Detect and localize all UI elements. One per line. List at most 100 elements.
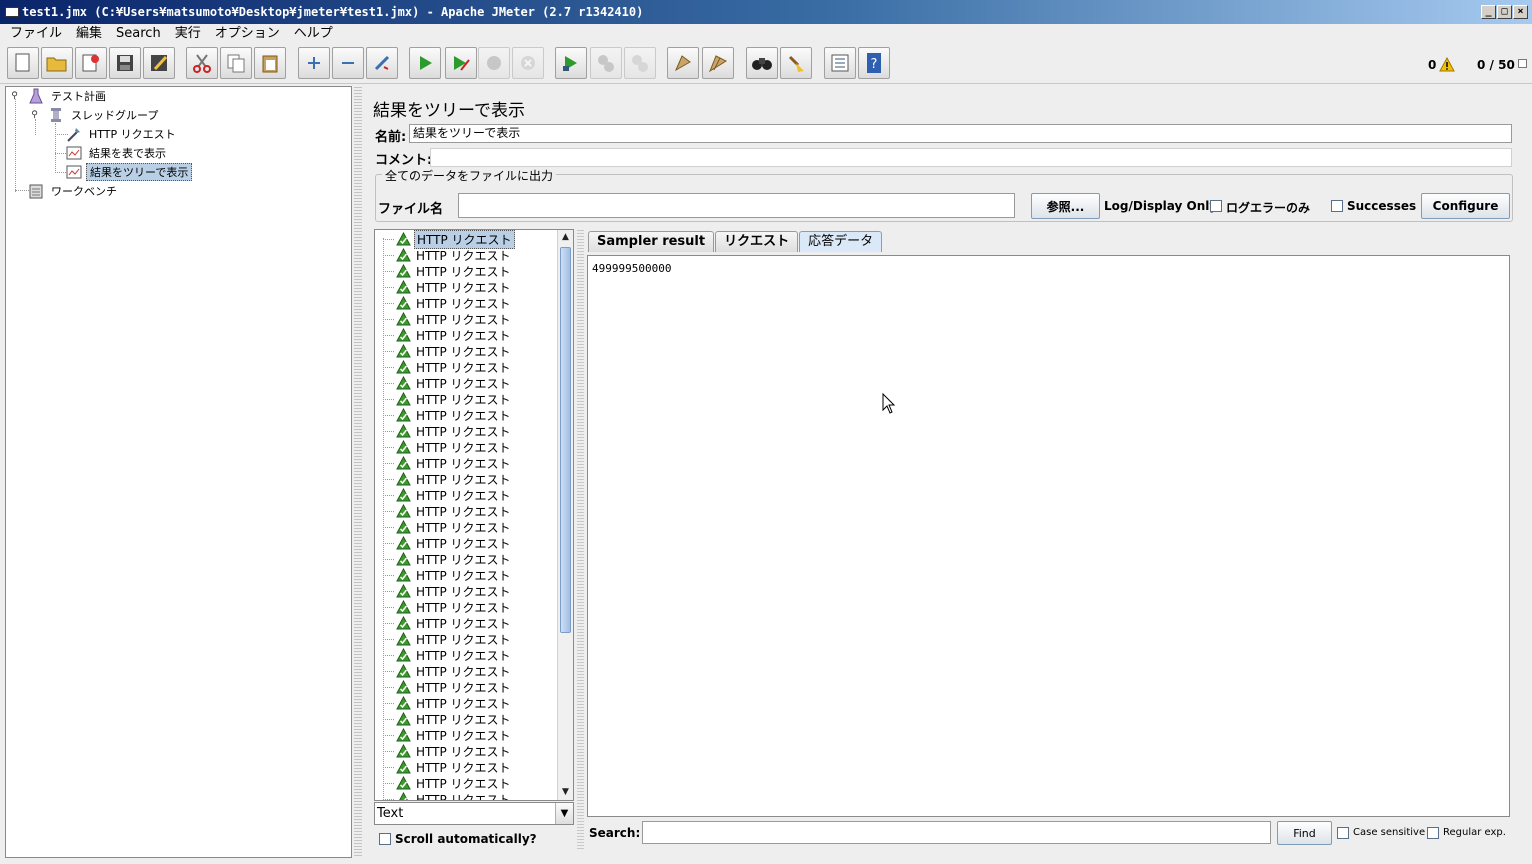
help-icon[interactable]: ? xyxy=(858,47,890,79)
name-field[interactable]: 結果をツリーで表示 xyxy=(409,124,1512,143)
result-list-item[interactable]: HTTP リクエスト xyxy=(375,247,513,263)
regex-checkbox[interactable] xyxy=(1427,827,1439,839)
errors-only-checkbox[interactable] xyxy=(1210,200,1222,212)
paste-icon[interactable] xyxy=(254,47,286,79)
tree-node-test-plan[interactable]: テスト計画 xyxy=(28,87,109,105)
result-list-item[interactable]: HTTP リクエスト xyxy=(375,327,513,343)
open-folder-icon[interactable] xyxy=(41,47,73,79)
start-no-pauses-icon[interactable] xyxy=(445,47,477,79)
save-icon[interactable] xyxy=(109,47,141,79)
result-list-item[interactable]: HTTP リクエスト xyxy=(375,631,513,647)
remote-start-icon[interactable] xyxy=(555,47,587,79)
search-input[interactable] xyxy=(642,821,1271,844)
test-plan-tree[interactable]: ⚲ ⚲ テスト計画 スレッドグループ HTTP リクエスト 結果を表で表示 結果… xyxy=(5,86,352,858)
results-tree[interactable]: HTTP リクエスト HTTP リクエスト HTTP リクエスト HTTP リクエスト… xyxy=(374,229,574,801)
result-list-item[interactable]: HTTP リクエスト xyxy=(375,407,513,423)
result-list-item[interactable]: HTTP リクエスト xyxy=(375,471,513,487)
shutdown-icon[interactable] xyxy=(512,47,544,79)
scroll-auto-checkbox[interactable] xyxy=(379,833,391,845)
find-button[interactable]: Find xyxy=(1277,821,1332,845)
result-list-item[interactable]: HTTP リクエスト xyxy=(375,711,513,727)
result-list-item[interactable]: HTTP リクエスト xyxy=(375,695,513,711)
stop-icon[interactable] xyxy=(478,47,510,79)
results-splitter[interactable] xyxy=(577,229,584,851)
tree-node-http-request[interactable]: HTTP リクエスト xyxy=(66,125,179,143)
results-scrollbar[interactable]: ▲ ▼ xyxy=(557,230,573,800)
case-sensitive-checkbox[interactable] xyxy=(1337,827,1349,839)
result-list-item[interactable]: HTTP リクエスト xyxy=(375,535,513,551)
search-binoculars-icon[interactable] xyxy=(746,47,778,79)
result-list-item[interactable]: HTTP リクエスト xyxy=(375,375,513,391)
new-icon[interactable] xyxy=(7,47,39,79)
collapse-handle[interactable]: ⚲ xyxy=(30,111,39,120)
tree-node-workbench[interactable]: ワークベンチ xyxy=(28,182,120,200)
result-list-item[interactable]: HTTP リクエスト xyxy=(375,295,513,311)
expand-icon[interactable] xyxy=(298,47,330,79)
result-list-item[interactable]: HTTP リクエスト xyxy=(375,487,513,503)
result-list-item[interactable]: HTTP リクエスト xyxy=(375,503,513,519)
result-list-item[interactable]: HTTP リクエスト xyxy=(375,551,513,567)
tab-response-data[interactable]: 応答データ xyxy=(799,231,883,252)
result-list-item[interactable]: HTTP リクエスト xyxy=(375,727,513,743)
save-as-icon[interactable] xyxy=(143,47,175,79)
result-list-item[interactable]: HTTP リクエスト xyxy=(375,423,513,439)
result-list-item[interactable]: HTTP リクエスト xyxy=(375,679,513,695)
menu-help[interactable]: ヘルプ xyxy=(287,24,340,44)
result-list-item[interactable]: HTTP リクエスト xyxy=(375,279,513,295)
tree-node-thread-group[interactable]: スレッドグループ xyxy=(48,106,161,124)
scroll-down-arrow[interactable]: ▼ xyxy=(558,785,573,800)
tree-node-tree-results[interactable]: 結果をツリーで表示 xyxy=(66,163,193,181)
configure-button[interactable]: Configure xyxy=(1421,193,1510,219)
filename-input[interactable] xyxy=(458,193,1015,218)
scroll-thumb[interactable] xyxy=(560,247,571,633)
result-list-item[interactable]: HTTP リクエスト xyxy=(375,263,513,279)
result-list-item[interactable]: HTTP リクエスト xyxy=(375,615,513,631)
result-list-item[interactable]: HTTP リクエスト xyxy=(375,391,513,407)
menu-options[interactable]: オプション xyxy=(208,24,287,44)
result-list-item[interactable]: HTTP リクエスト xyxy=(375,230,515,249)
remote-shutdown-icon[interactable] xyxy=(624,47,656,79)
warning-icon[interactable] xyxy=(1439,57,1455,72)
clear-all-icon[interactable] xyxy=(702,47,734,79)
menu-run[interactable]: 実行 xyxy=(168,24,208,44)
result-list-item[interactable]: HTTP リクエスト xyxy=(375,743,513,759)
result-list-item[interactable]: HTTP リクエスト xyxy=(375,439,513,455)
maximize-button[interactable]: □ xyxy=(1497,5,1512,19)
window-titlebar[interactable]: test1.jmx (C:¥Users¥matsumoto¥Desktop¥jm… xyxy=(0,0,1532,24)
start-icon[interactable] xyxy=(409,47,441,79)
chevron-down-icon[interactable]: ▼ xyxy=(555,803,573,824)
result-list-item[interactable]: HTTP リクエスト xyxy=(375,663,513,679)
menu-search[interactable]: Search xyxy=(109,24,168,44)
result-list-item[interactable]: HTTP リクエスト xyxy=(375,647,513,663)
result-list-item[interactable]: HTTP リクエスト xyxy=(375,519,513,535)
result-list-item[interactable]: HTTP リクエスト xyxy=(375,455,513,471)
result-list-item[interactable]: HTTP リクエスト xyxy=(375,343,513,359)
result-list-item[interactable]: HTTP リクエスト xyxy=(375,359,513,375)
response-data-view[interactable]: 499999500000 xyxy=(587,255,1510,817)
collapse-handle[interactable]: ⚲ xyxy=(10,92,19,101)
copy-icon[interactable] xyxy=(220,47,252,79)
scroll-up-arrow[interactable]: ▲ xyxy=(558,230,573,245)
successes-checkbox[interactable] xyxy=(1331,200,1343,212)
result-list-item[interactable]: HTTP リクエスト xyxy=(375,599,513,615)
function-helper-icon[interactable] xyxy=(824,47,856,79)
reset-search-icon[interactable] xyxy=(780,47,812,79)
result-list-item[interactable]: HTTP リクエスト xyxy=(375,775,513,791)
result-list-item[interactable]: HTTP リクエスト xyxy=(375,567,513,583)
result-list-item[interactable]: HTTP リクエスト xyxy=(375,311,513,327)
tab-sampler-result[interactable]: Sampler result xyxy=(588,231,715,252)
browse-button[interactable]: 参照... xyxy=(1031,193,1100,219)
close-button[interactable]: × xyxy=(1513,5,1528,19)
toggle-icon[interactable] xyxy=(366,47,398,79)
result-list-item[interactable]: HTTP リクエスト xyxy=(375,759,513,775)
menu-file[interactable]: ファイル xyxy=(3,24,69,44)
clear-icon[interactable] xyxy=(667,47,699,79)
main-splitter[interactable] xyxy=(354,86,362,858)
cut-icon[interactable] xyxy=(186,47,218,79)
render-type-select[interactable]: Text ▼ xyxy=(374,802,574,825)
comment-field[interactable] xyxy=(430,148,1512,167)
close-file-icon[interactable] xyxy=(75,47,107,79)
menu-edit[interactable]: 編集 xyxy=(69,24,109,44)
tab-request[interactable]: リクエスト xyxy=(715,231,799,252)
tree-node-table-results[interactable]: 結果を表で表示 xyxy=(66,144,169,162)
